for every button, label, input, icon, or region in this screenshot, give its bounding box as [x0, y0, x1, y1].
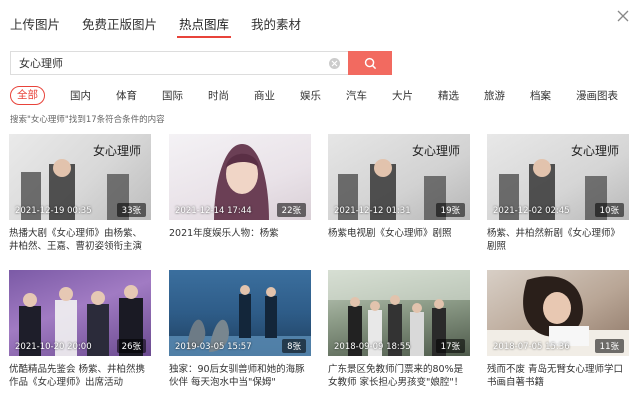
top-tabs: 上传图片 免费正版图片 热点图库 我的素材 — [10, 10, 323, 38]
image-date: 2019-03-05 15:57 — [175, 342, 252, 352]
image-count-badge: 8张 — [282, 339, 306, 353]
image-count-badge: 11张 — [594, 339, 624, 353]
category-international[interactable]: 国际 — [162, 88, 183, 103]
image-card[interactable]: 2019-03-05 15:57 8张 独家：90后女驯兽师和她的海豚伙伴 每天… — [169, 270, 311, 389]
search-icon — [364, 57, 376, 69]
image-caption[interactable]: 杨紫、井柏然新剧《女心理师》剧照 — [487, 227, 629, 253]
image-count-badge: 10张 — [594, 203, 624, 217]
image-count-badge: 17张 — [435, 339, 465, 353]
image-card[interactable]: 2021-10-20 20:00 26张 优酷精品先鉴会 杨紫、井柏然携作品《女… — [9, 270, 151, 389]
category-entertainment[interactable]: 娱乐 — [300, 88, 321, 103]
category-featured[interactable]: 精选 — [438, 88, 459, 103]
category-business[interactable]: 商业 — [254, 88, 275, 103]
image-card[interactable]: 2018-07-05 15:36 11张 残而不废 青岛无臂女心理师学口书画自著… — [487, 270, 629, 389]
image-caption[interactable]: 热播大剧《女心理师》由杨紫、井柏然、王嘉、曹初姿领衔主演 — [9, 227, 151, 253]
image-caption[interactable]: 优酷精品先鉴会 杨紫、井柏然携作品《女心理师》出席活动 — [9, 363, 151, 389]
image-card[interactable]: 女心理师 2021-12-02 02:45 10张 杨紫、井柏然新剧《女心理师》… — [487, 134, 629, 253]
thumb-overlay-title: 女心理师 — [570, 144, 619, 158]
image-card[interactable]: 2021-12-14 17:44 22张 2021年度娱乐人物：杨紫 — [169, 134, 311, 253]
category-auto[interactable]: 汽车 — [346, 88, 367, 103]
category-fashion[interactable]: 时尚 — [208, 88, 229, 103]
image-count-badge: 19张 — [435, 203, 465, 217]
tab-upload[interactable]: 上传图片 — [10, 10, 60, 38]
image-caption[interactable]: 残而不废 青岛无臂女心理师学口书画自著书籍 — [487, 363, 629, 389]
category-filter: 全部 国内 体育 国际 时尚 商业 娱乐 汽车 大片 精选 旅游 档案 漫画图表 — [10, 86, 630, 105]
image-card[interactable]: 女心理师 2021-12-19 00:35 33张 热播大剧《女心理师》由杨紫、… — [9, 134, 151, 253]
search-bar — [10, 51, 392, 75]
search-input[interactable] — [11, 52, 348, 74]
image-card[interactable]: 女心理师 2021-12-12 01:31 19张 杨紫电视剧《女心理师》剧照 — [328, 134, 470, 253]
image-thumbnail[interactable]: 女心理师 2021-12-12 01:31 19张 — [328, 134, 470, 220]
category-domestic[interactable]: 国内 — [70, 88, 91, 103]
search-box — [10, 51, 348, 75]
image-date: 2018-07-05 15:36 — [493, 342, 570, 352]
tab-hot-gallery[interactable]: 热点图库 — [177, 10, 232, 38]
image-date: 2021-12-14 17:44 — [175, 206, 252, 216]
image-date: 2021-10-20 20:00 — [15, 342, 92, 352]
image-caption[interactable]: 2021年度娱乐人物：杨紫 — [169, 227, 311, 253]
close-icon[interactable] — [616, 8, 630, 22]
image-thumbnail[interactable]: 女心理师 2021-12-02 02:45 10张 — [487, 134, 629, 220]
category-all[interactable]: 全部 — [10, 86, 45, 105]
image-thumbnail[interactable]: 2018-09-09 18:55 17张 — [328, 270, 470, 356]
category-comics-charts[interactable]: 漫画图表 — [576, 88, 618, 103]
clear-search-icon[interactable] — [329, 58, 340, 69]
image-thumbnail[interactable]: 2021-10-20 20:00 26张 — [9, 270, 151, 356]
image-caption[interactable]: 广东景区免教师门票来的80%是女教师 家长担心男孩变"娘腔"！ — [328, 363, 470, 389]
image-date: 2021-12-19 00:35 — [15, 206, 92, 216]
result-count-text: 搜索"女心理师"找到17条符合条件的内容 — [10, 115, 165, 125]
image-thumbnail[interactable]: 女心理师 2021-12-19 00:35 33张 — [9, 134, 151, 220]
image-date: 2018-09-09 18:55 — [334, 342, 411, 352]
tab-free-images[interactable]: 免费正版图片 — [82, 10, 157, 38]
tab-my-materials[interactable]: 我的素材 — [251, 10, 301, 38]
image-caption[interactable]: 杨紫电视剧《女心理师》剧照 — [328, 227, 470, 253]
image-count-badge: 33张 — [116, 203, 146, 217]
thumb-overlay-title: 女心理师 — [92, 144, 141, 158]
image-count-badge: 26张 — [116, 339, 146, 353]
image-count-badge: 22张 — [276, 203, 306, 217]
image-date: 2021-12-02 02:45 — [493, 206, 570, 216]
image-date: 2021-12-12 01:31 — [334, 206, 411, 216]
image-thumbnail[interactable]: 2019-03-05 15:57 8张 — [169, 270, 311, 356]
image-thumbnail[interactable]: 2018-07-05 15:36 11张 — [487, 270, 629, 356]
image-thumbnail[interactable]: 2021-12-14 17:44 22张 — [169, 134, 311, 220]
category-sports[interactable]: 体育 — [116, 88, 137, 103]
thumb-overlay-title: 女心理师 — [411, 144, 460, 158]
image-caption[interactable]: 独家：90后女驯兽师和她的海豚伙伴 每天泡水中当"保姆" — [169, 363, 311, 389]
category-blockbuster[interactable]: 大片 — [392, 88, 413, 103]
category-archive[interactable]: 档案 — [530, 88, 551, 103]
search-button[interactable] — [348, 51, 392, 75]
image-card[interactable]: 2018-09-09 18:55 17张 广东景区免教师门票来的80%是女教师 … — [328, 270, 470, 389]
category-travel[interactable]: 旅游 — [484, 88, 505, 103]
